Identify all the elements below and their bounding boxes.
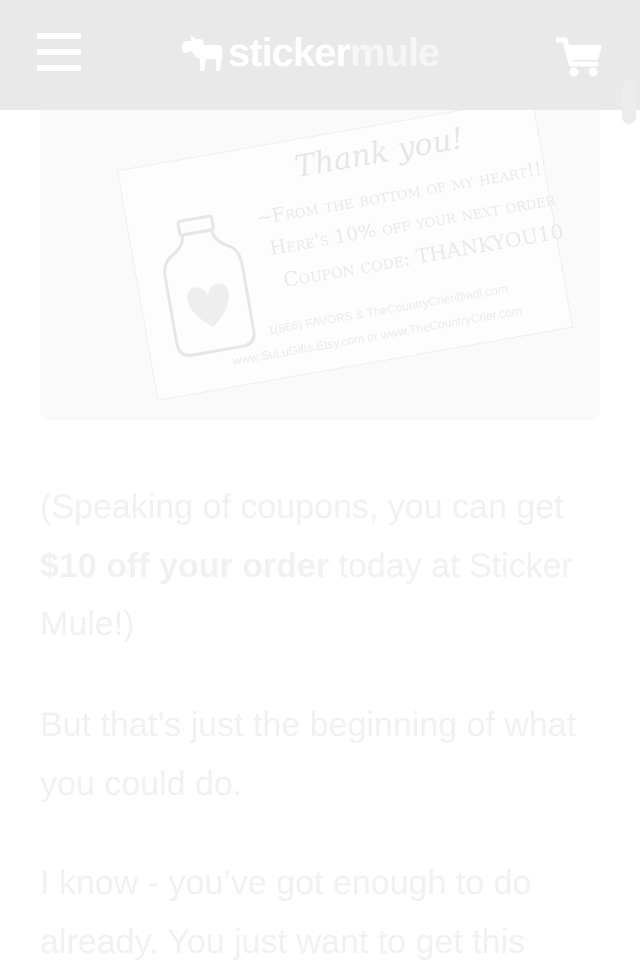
top-nav-bar: stickermule xyxy=(0,0,640,110)
paragraph-coupons: (Speaking of coupons, you can get $10 of… xyxy=(40,478,600,654)
scrollbar-thumb[interactable] xyxy=(622,80,636,124)
hamburger-menu-icon[interactable] xyxy=(37,33,81,71)
logo-text-sticker: sticker xyxy=(228,31,351,75)
paragraph-text: (Speaking of coupons, you can get xyxy=(40,488,564,526)
jar-heart-illustration xyxy=(163,214,256,357)
logo-text-mule: mule xyxy=(349,31,440,75)
paragraph-beginning: But that’s just the beginning of what yo… xyxy=(40,706,577,803)
shopping-cart-icon[interactable] xyxy=(556,36,604,78)
coupon-link[interactable]: $10 off your order xyxy=(40,547,329,585)
sticker-mule-logo[interactable]: stickermule xyxy=(180,30,440,76)
paragraph-enough: I know - you’ve got enough to do already… xyxy=(40,864,532,961)
thank-you-card: Thank you! ~From the bottom of my heart!… xyxy=(116,97,574,401)
mule-logo-icon xyxy=(182,35,222,71)
